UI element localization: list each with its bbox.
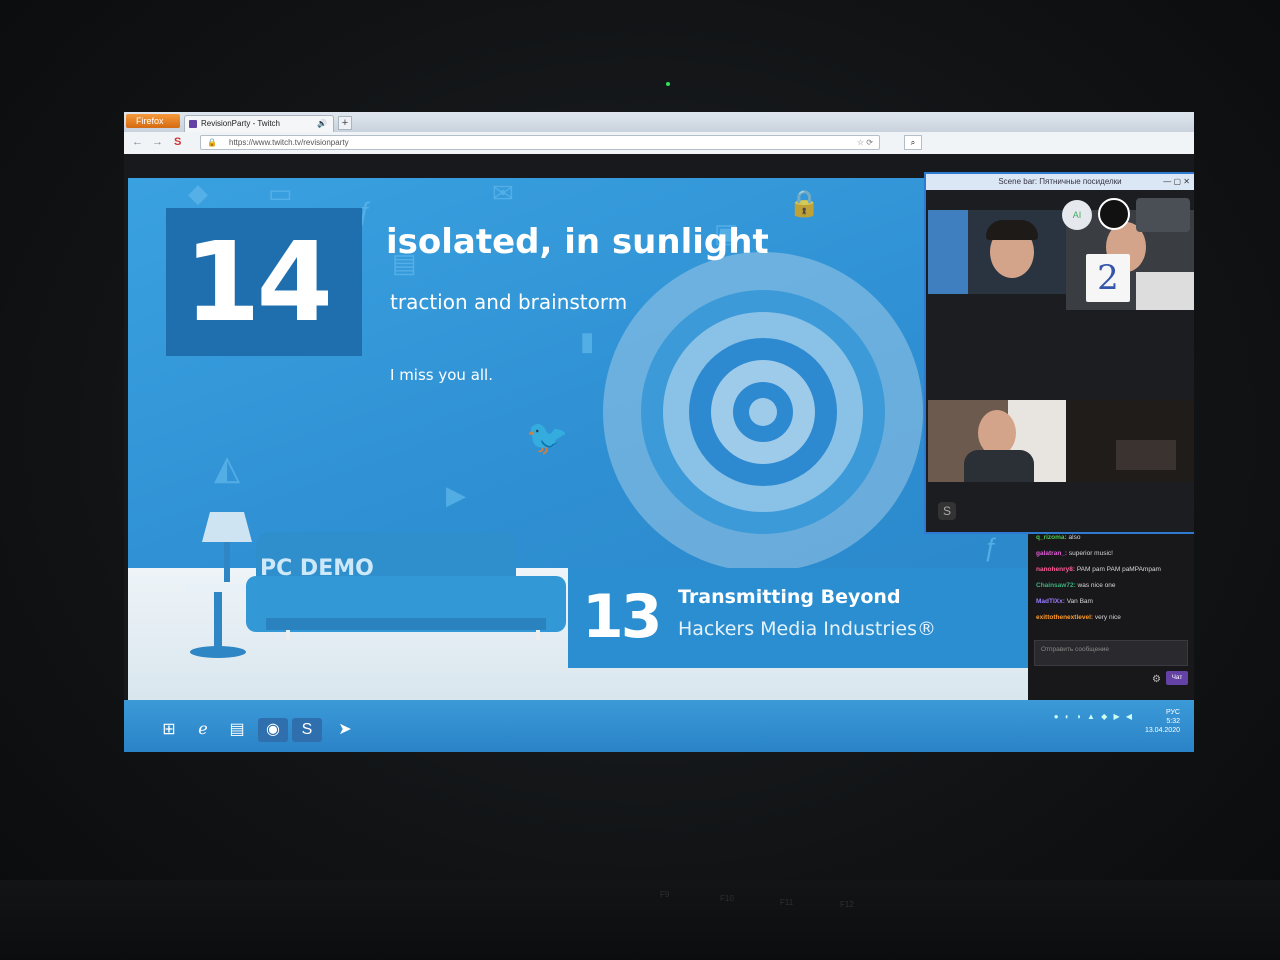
entry-number: 14 xyxy=(184,218,333,346)
doodle-icon: ƒ xyxy=(984,532,999,562)
chat-text: superior music! xyxy=(1068,550,1113,557)
addon-icon[interactable]: S xyxy=(174,136,181,148)
entry-message: I miss you all. xyxy=(390,366,493,384)
forward-icon[interactable]: → xyxy=(152,136,163,148)
skype-window[interactable]: Scene bar: Пятничные посиделки — ▢ ✕ 2 A… xyxy=(924,172,1194,534)
keyboard: F9 F10 F11 F12 xyxy=(0,880,1280,960)
chat-message: nanohenry8: PAM pam PAM paMPAmpam xyxy=(1036,566,1161,573)
firefox-icon[interactable]: ◉ xyxy=(258,718,288,742)
bird-doodle-icon: 🐦 xyxy=(526,419,569,457)
chat-username[interactable]: nanohenry8: xyxy=(1036,566,1077,573)
file-explorer-icon[interactable]: ▤ xyxy=(222,718,252,742)
stream-video[interactable]: ◆ ▭ ƒ ✉ ▣ 🔒 ▤ ▮ 🐦 ▶ ◭ ƒ 14 isolated, in … xyxy=(128,178,1028,700)
skype-icon[interactable]: S xyxy=(938,502,956,520)
avatar[interactable]: AI xyxy=(1062,200,1092,230)
chat-username[interactable]: Chainsaw72: xyxy=(1036,582,1078,589)
video-tile[interactable] xyxy=(928,210,1066,294)
skype-title: Scene bar: Пятничные посиделки xyxy=(926,174,1194,190)
chat-text: was nice one xyxy=(1077,582,1116,589)
firefox-menu-button[interactable]: Firefox xyxy=(126,114,180,128)
twitch-page: ◆ ▭ ƒ ✉ ▣ 🔒 ▤ ▮ 🐦 ▶ ◭ ƒ 14 isolated, in … xyxy=(124,154,1194,700)
clock-date: 13.04.2020 xyxy=(1144,727,1180,734)
tab-revisionparty[interactable]: RevisionParty - Twitch 🔊 xyxy=(184,115,334,132)
chat-username[interactable]: exittothenextlevel: xyxy=(1036,614,1095,621)
chat-message: Chainsaw72: was nice one xyxy=(1036,582,1116,589)
next-entry-panel: 13 Transmitting Beyond Hackers Media Ind… xyxy=(568,568,1028,668)
system-clock[interactable]: РУС 5:32 13.04.2020 xyxy=(1145,708,1180,735)
key-label: F11 xyxy=(780,898,794,907)
browser-navbar: ← → S 🔒 https://www.twitch.tv/revisionpa… xyxy=(124,132,1194,155)
next-entry-number: 13 xyxy=(582,582,662,652)
monitor: Firefox RevisionParty - Twitch 🔊 + ← → S… xyxy=(0,0,1280,960)
pizza-doodle-icon: ◭ xyxy=(214,449,241,487)
doodle-icon: ✉ xyxy=(492,178,514,208)
key-label: F10 xyxy=(720,894,734,903)
doodle-icon: ◆ xyxy=(188,178,208,208)
chat-username[interactable]: galatran_: xyxy=(1036,550,1069,557)
video-tile[interactable] xyxy=(1066,400,1194,482)
next-entry-title: Transmitting Beyond xyxy=(678,586,901,608)
key-label: F12 xyxy=(840,900,854,909)
sofa-graphic xyxy=(246,532,566,640)
video-tile[interactable] xyxy=(928,400,1066,482)
browser-tabbar: Firefox RevisionParty - Twitch 🔊 + xyxy=(124,112,1194,132)
chat-text: very nice xyxy=(1094,614,1121,621)
entry-number-badge: 14 xyxy=(166,208,362,356)
chat-message: exittothenextlevel: very nice xyxy=(1036,614,1121,621)
search-icon[interactable]: ⌕ xyxy=(904,135,922,150)
skype-icon[interactable]: S xyxy=(292,718,322,742)
webcam-led xyxy=(666,82,670,86)
gear-graphic xyxy=(603,252,923,572)
settings-gear-icon[interactable]: ⚙ xyxy=(1152,674,1161,685)
video-tile[interactable] xyxy=(1136,198,1190,232)
tray-icons[interactable]: ● ◐ ◑ ▲ ◆ ▶ ◀ xyxy=(1054,712,1134,721)
windows-start-icon[interactable]: ⊞ xyxy=(154,718,184,742)
compo-label: PC DEMO xyxy=(260,556,374,581)
doodle-icon: ▭ xyxy=(268,178,293,208)
entry-title: isolated, in sunlight xyxy=(386,222,769,262)
lock-icon: 🔒 xyxy=(207,138,217,147)
play-doodle-icon: ▶ xyxy=(446,480,466,510)
avatar[interactable] xyxy=(1098,198,1130,230)
next-entry-author: Hackers Media Industries® xyxy=(678,618,937,640)
chat-text: also xyxy=(1068,534,1081,541)
chat-message: MadTIXx: Van Bam xyxy=(1036,598,1093,605)
chat-text: PAM pam PAM paMPAmpam xyxy=(1076,566,1161,573)
chat-message: galatran_: superior music! xyxy=(1036,550,1113,557)
chat-send-button[interactable]: Чат xyxy=(1166,671,1188,685)
key-label: F9 xyxy=(660,890,670,899)
clock-time: 5:32 xyxy=(1166,718,1180,725)
entry-author: traction and brainstorm xyxy=(390,290,628,314)
url-bar[interactable]: 🔒 https://www.twitch.tv/revisionparty ☆ … xyxy=(200,135,880,150)
lock-doodle-icon: 🔒 xyxy=(788,188,821,218)
doodle-icon: ▮ xyxy=(580,326,595,356)
chat-message: q_rizoma: also xyxy=(1036,534,1080,541)
tray-language[interactable]: РУС xyxy=(1145,708,1180,717)
telegram-icon[interactable]: ➤ xyxy=(330,718,360,742)
windows-taskbar: ⊞ ℯ ▤ ◉ S ➤ ● ◐ ◑ ▲ ◆ ▶ ◀ РУС 5:32 13.04… xyxy=(124,700,1194,752)
window-controls[interactable]: — ▢ ✕ xyxy=(1163,174,1190,190)
url-text: https://www.twitch.tv/revisionparty xyxy=(229,138,349,147)
new-tab-button[interactable]: + xyxy=(338,116,352,130)
chat-username[interactable]: q_rizoma: xyxy=(1036,534,1069,541)
internet-explorer-icon[interactable]: ℯ xyxy=(188,718,218,742)
tab-title: RevisionParty - Twitch xyxy=(201,119,280,128)
chat-input[interactable]: Отправить сообщение xyxy=(1034,640,1188,666)
bookmark-star-icon[interactable]: ☆ ⟳ xyxy=(857,136,873,150)
chat-username[interactable]: MadTIXx: xyxy=(1036,598,1067,605)
back-icon[interactable]: ← xyxy=(132,136,143,148)
speaker-icon[interactable]: 🔊 xyxy=(317,116,327,132)
screen: Firefox RevisionParty - Twitch 🔊 + ← → S… xyxy=(124,112,1194,752)
chat-text: Van Bam xyxy=(1066,598,1093,605)
twitch-icon xyxy=(189,120,197,128)
